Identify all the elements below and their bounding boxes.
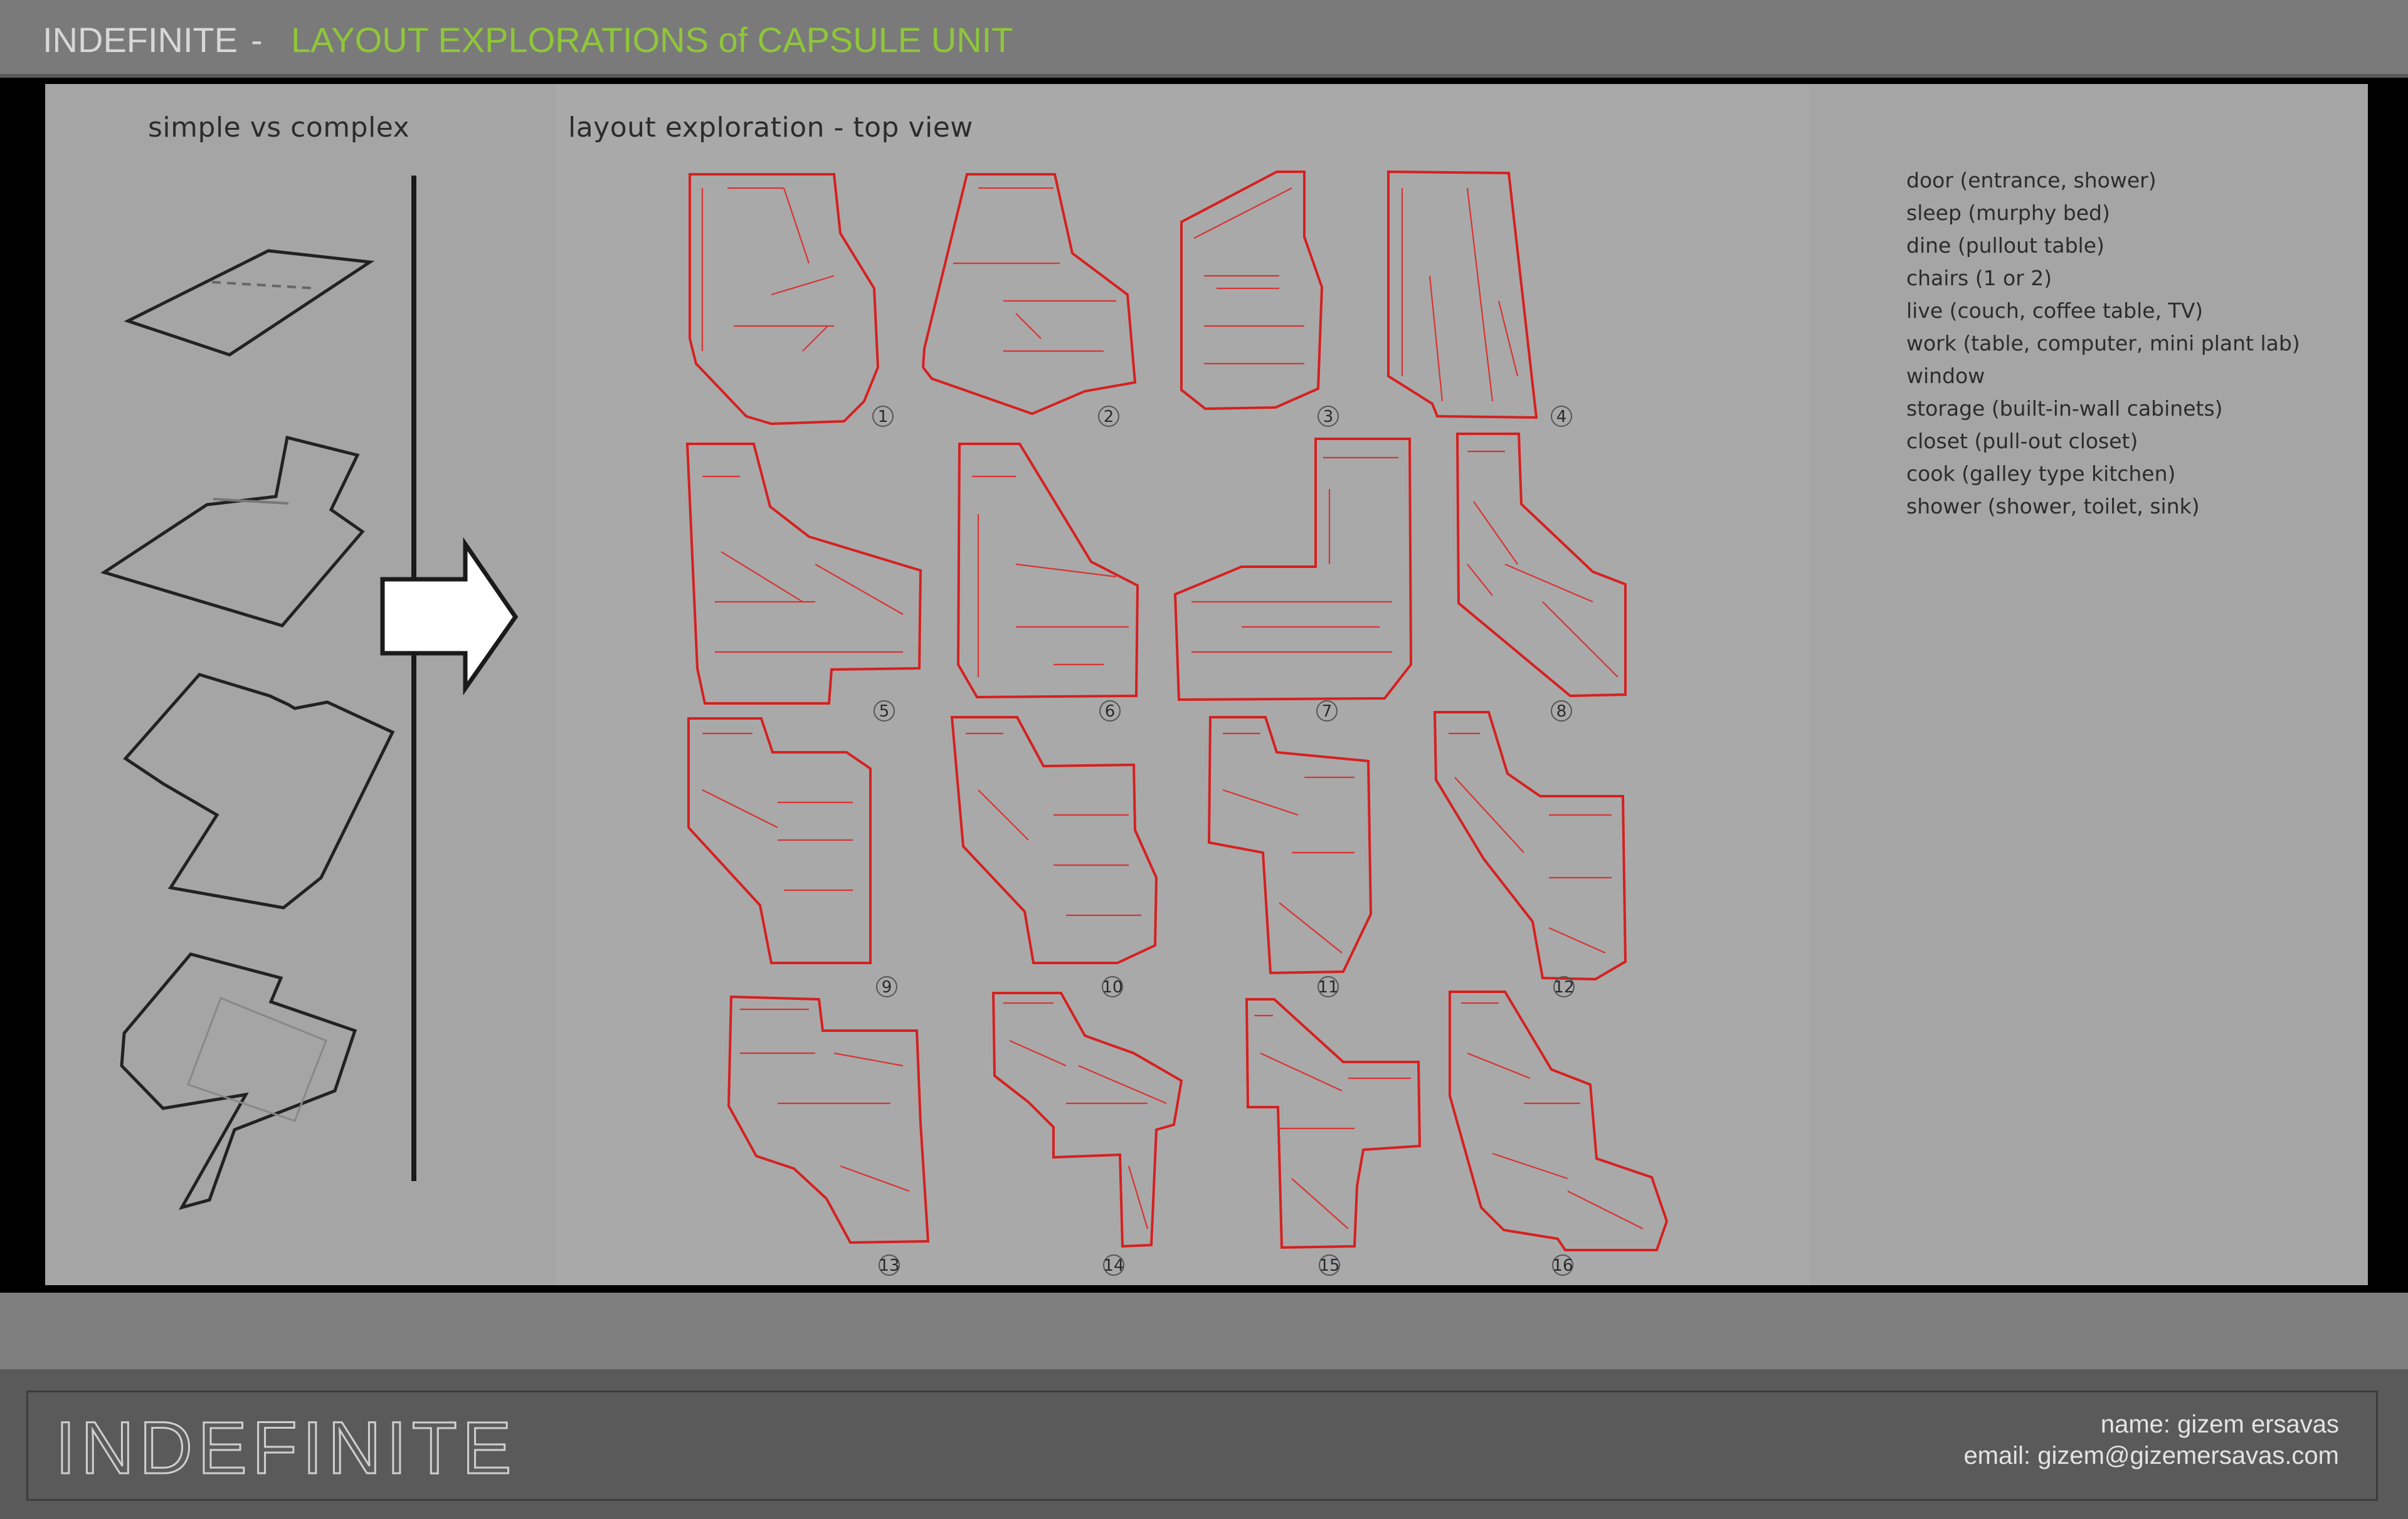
legend-item: live (couch, coffee table, TV) [1906,298,2204,323]
legend-item: work (table, computer, mini plant lab) [1906,331,2300,355]
layout-exploration-panel [557,84,1810,1285]
simple-vs-complex-title: simple vs complex [148,112,410,144]
legend-item: dine (pullout table) [1906,233,2104,258]
author-email: email: gizem@gizemersavas.com [1963,1442,2339,1469]
legend-item: storage (built-in-wall cabinets) [1906,396,2223,421]
header-bar: INDEFINITE - LAYOUT EXPLORATIONS of CAPS… [0,0,2408,78]
brand-title: INDEFINITE [43,20,238,60]
legend-item: shower (shower, toilet, sink) [1906,494,2200,518]
layout-exploration-title: layout exploration - top view [568,112,973,144]
author-name: name: gizem ersavas [2100,1411,2339,1438]
simple-vs-complex-panel [45,84,557,1285]
title-separator: - [251,20,263,60]
legend-item: cook (galley type kitchen) [1906,461,2176,486]
legend-item: window [1906,364,1985,388]
legend-item: sleep (murphy bed) [1906,201,2110,225]
indefinite-logo: INDEFINITE [55,1407,517,1490]
footer-spacer [0,1293,2408,1369]
program-legend: door (entrance, shower) sleep (murphy be… [1906,164,2300,523]
legend-item: door (entrance, shower) [1906,168,2157,192]
legend-item: closet (pull-out closet) [1906,429,2138,453]
page-title: LAYOUT EXPLORATIONS of CAPSULE UNIT [291,20,1013,60]
legend-item: chairs (1 or 2) [1906,266,2052,290]
